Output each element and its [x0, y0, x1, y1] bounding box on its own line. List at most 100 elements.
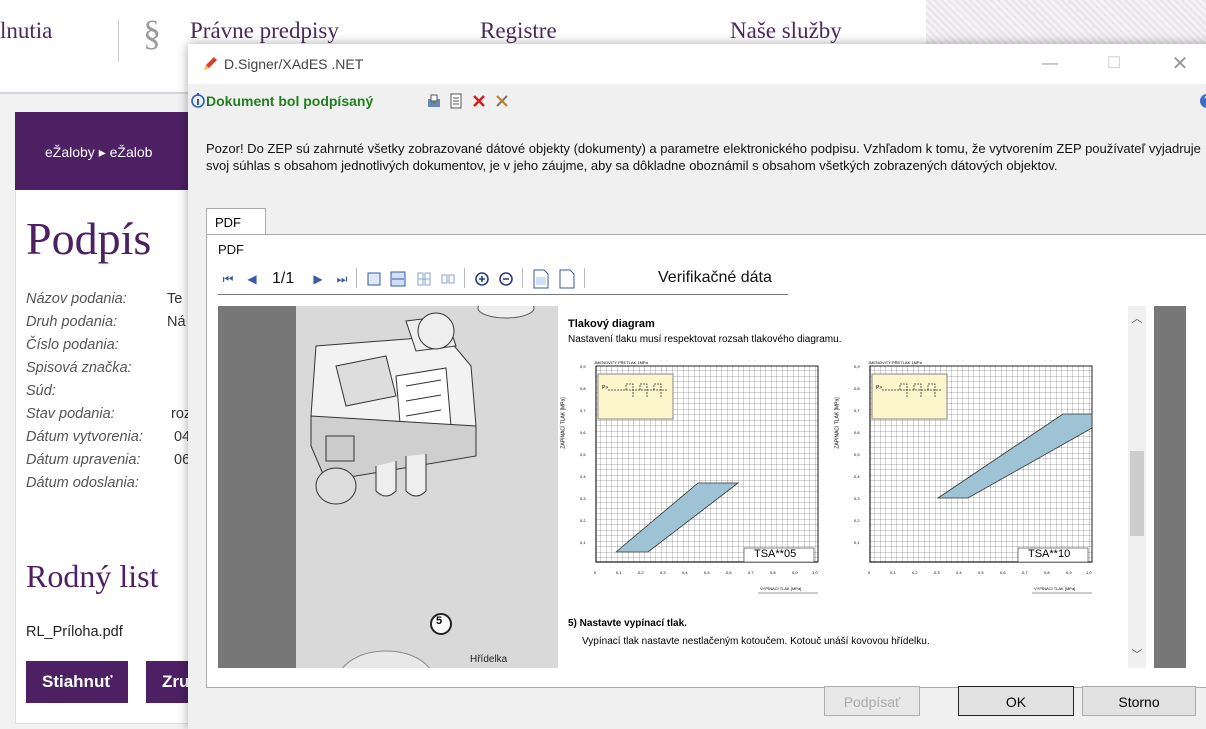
first-page-icon[interactable]: ⏮ [220, 271, 236, 287]
fit-page-icon[interactable] [558, 269, 576, 289]
meta-row: Názov podania: Te [26, 291, 182, 307]
x-tick: 0,9 [792, 570, 798, 575]
pressure-diagram-05: JMENOVITÝ PŘETLAK 1MPa ZAPÍNACÍ TLAK [MP… [561, 360, 828, 610]
viewer-label: PDF [218, 242, 244, 257]
two-page-icon[interactable] [440, 271, 456, 287]
meta-value: Te [167, 291, 183, 307]
x-tick: 0,2 [912, 570, 918, 575]
meta-row: Spisová značka: [26, 360, 132, 376]
x-tick: 1,0 [1086, 570, 1092, 575]
chart-x-title: VYPÍNACÍ TLAK [MPa] [760, 586, 802, 591]
breadcrumb-item-1[interactable]: eŽaloby [45, 144, 95, 160]
minimize-icon[interactable]: — [1038, 52, 1062, 76]
x-tick: 0,6 [726, 570, 732, 575]
legend-p: P> [602, 385, 609, 391]
pdf-subheading: Nastavení tlaku musí respektovat rozsah … [568, 334, 842, 345]
next-page-icon[interactable]: ▶ [310, 271, 326, 287]
y-tick: 0,5 [580, 452, 586, 457]
y-tick: 0,3 [580, 496, 586, 501]
meta-label: Číslo podania: [26, 337, 119, 353]
diagram-grid [595, 365, 819, 594]
meta-row: Dátum odoslania: [26, 475, 139, 491]
save-icon[interactable] [426, 93, 442, 109]
x-tick: 0,5 [704, 570, 710, 575]
meta-row: Číslo podania: [26, 337, 119, 353]
previous-page-icon[interactable]: ◀ [244, 271, 260, 287]
x-tick: 0,4 [682, 570, 688, 575]
pdf-heading: Tlakový diagram [568, 318, 655, 330]
scroll-down-icon[interactable]: ﹀ [1128, 646, 1146, 664]
zoom-out-icon[interactable] [498, 271, 514, 287]
meta-row: Dátum vytvorenia: 04 [26, 429, 190, 445]
meta-value: Ná [167, 314, 186, 330]
x-tick: 0,7 [748, 570, 754, 575]
single-page-icon[interactable] [366, 271, 382, 287]
ok-button[interactable]: OK [958, 686, 1074, 716]
nav-item-registers[interactable]: Registre [480, 18, 557, 44]
sign-button[interactable]: Podpísať [824, 686, 920, 716]
nav-separator [118, 20, 119, 62]
meta-row: Druh podania: Ná [26, 314, 186, 330]
zoom-in-icon[interactable] [474, 271, 490, 287]
x-tick: 0,2 [638, 570, 644, 575]
x-tick: 0,9 [1066, 570, 1072, 575]
section-title: Rodný list [26, 558, 159, 594]
y-tick: 0,8 [580, 386, 586, 391]
chart-y-title: ZAPÍNACÍ TLAK [MPa] [834, 397, 841, 449]
toolbar-underline [218, 294, 788, 295]
y-tick: 0,9 [580, 364, 586, 369]
toolbar-separator [464, 268, 465, 288]
y-tick: 0,1 [580, 540, 586, 545]
tab-pdf[interactable]: PDF [206, 208, 266, 235]
nav-item-1[interactable]: lnutia [0, 18, 52, 44]
last-page-icon[interactable]: ⏭ [334, 271, 350, 287]
x-tick: 0,6 [1000, 570, 1006, 575]
chart-top-label: JMENOVITÝ PŘETLAK 1MPa [594, 360, 648, 365]
breadcrumb-item-2[interactable]: eŽalob [110, 144, 153, 160]
close-icon[interactable]: ✕ [1168, 52, 1192, 76]
maximize-icon[interactable]: ☐ [1102, 52, 1126, 76]
dialog-title: D.Signer/XAdES .NET [224, 56, 364, 72]
delete-icon[interactable] [471, 93, 487, 109]
x-tick: 0,3 [934, 570, 940, 575]
pdf-viewer[interactable]: 5 Hřídelka Tlakový diagram Nastavení tla… [218, 306, 1186, 668]
download-button[interactable]: Stiahnuť [26, 661, 129, 703]
document-icon[interactable] [448, 93, 464, 109]
attachment-filename: RL_Príloha.pdf [26, 624, 123, 640]
nav-item-services[interactable]: Naše služby [730, 18, 842, 44]
tools-icon[interactable] [494, 93, 510, 109]
fit-width-icon[interactable] [532, 269, 550, 289]
x-tick: 0,3 [660, 570, 666, 575]
meta-row: Dátum upravenia: 06 [26, 452, 190, 468]
cancel-button[interactable]: Storno [1082, 686, 1196, 716]
x-tick: 0,8 [770, 570, 776, 575]
y-tick: 0,6 [580, 430, 586, 435]
x-tick: 0,5 [978, 570, 984, 575]
toolbar-separator [356, 268, 357, 288]
meta-row: Stav podania: roz [26, 406, 191, 422]
pressure-diagram-10: JMENOVITÝ PŘETLAK 1MPa ZAPÍNACÍ TLAK [MP… [835, 360, 1102, 610]
viewer-scrollbar[interactable]: ︿ ﹀ [1128, 306, 1146, 668]
dialog-titlebar[interactable]: D.Signer/XAdES .NET — ☐ ✕ [188, 44, 1206, 84]
x-tick: 0,7 [1022, 570, 1028, 575]
meta-row: Súd: [26, 383, 56, 399]
facing-pages-icon[interactable] [416, 271, 432, 287]
scroll-up-icon[interactable]: ︿ [1128, 310, 1146, 328]
scrollbar-thumb[interactable] [1130, 451, 1144, 536]
legend-p: P> [876, 385, 883, 391]
pen-icon [204, 57, 217, 70]
chart-x-title: VYPÍNACÍ TLAK [MPa] [1034, 586, 1076, 591]
meta-label: Spisová značka: [26, 360, 132, 376]
verification-data-button[interactable]: Verifikačné dáta [658, 269, 772, 287]
continuous-page-icon[interactable] [390, 271, 406, 287]
y-tick: 0,4 [580, 474, 586, 479]
chart-y-title: ZAPÍNACÍ TLAK [MPa] [560, 397, 567, 449]
nav-item-legislation[interactable]: Právne predpisy [190, 18, 339, 44]
x-tick: 0 [868, 570, 871, 575]
step-text: Vypínací tlak nastavte nestlačeným kotou… [582, 636, 930, 647]
help-icon[interactable]: ? [1200, 94, 1206, 108]
y-tick: 0,8 [854, 386, 860, 391]
y-tick: 0,2 [580, 518, 586, 523]
page-indicator: 1/1 [272, 270, 295, 287]
tab-pdf-label: PDF [215, 215, 241, 230]
